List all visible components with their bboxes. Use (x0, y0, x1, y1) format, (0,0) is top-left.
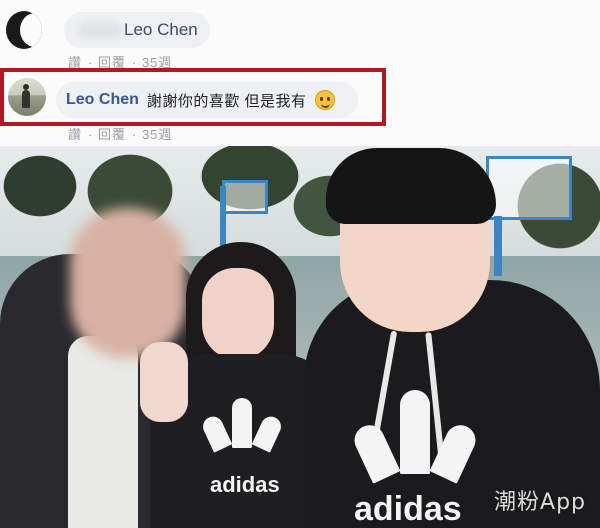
comment-author-name[interactable]: Leo Chen (124, 20, 198, 40)
comment-bubble: Leo Chen (64, 12, 210, 48)
trefoil-logo-icon (349, 390, 481, 486)
comment-bubble: Leo Chen 謝謝你的喜歡 但是我有 (56, 82, 358, 118)
comment-text: 謝謝你的喜歡 但是我有 (146, 92, 307, 110)
blurred-text (78, 22, 122, 38)
reply-link[interactable]: 回覆 (98, 127, 126, 142)
hoop-pole (494, 216, 502, 276)
person-middle-face (202, 268, 274, 360)
photo[interactable]: adidas adidas 潮粉App (0, 146, 600, 528)
comment-actions: 讚 · 回覆 · 35週 (68, 127, 173, 142)
peace-sign-hand (140, 342, 188, 422)
basketball-backboard (222, 180, 268, 214)
brand-text: adidas (210, 472, 280, 497)
comment-timestamp[interactable]: 35週 (142, 127, 172, 142)
avatar-figure (22, 84, 30, 108)
blurred-face (70, 208, 186, 358)
watermark-text: 潮粉App (494, 490, 586, 515)
grin-emoji-icon (314, 90, 335, 110)
like-link[interactable]: 讚 (68, 127, 82, 142)
basketball-backboard (486, 156, 572, 220)
brand-text: adidas (354, 490, 462, 528)
commenter-avatar[interactable] (8, 78, 46, 116)
commenter-avatar[interactable] (6, 11, 42, 49)
comment-author-name[interactable]: Leo Chen (66, 91, 139, 109)
comment-thread: Leo Chen 讚 · 回覆 · 35週 Leo Chen 謝謝你的喜歡 但是我有… (0, 0, 600, 146)
person-right-hair (326, 148, 496, 224)
hoop-pole (220, 186, 226, 252)
person-left-shirt (68, 336, 138, 528)
trefoil-logo-icon (199, 398, 285, 458)
